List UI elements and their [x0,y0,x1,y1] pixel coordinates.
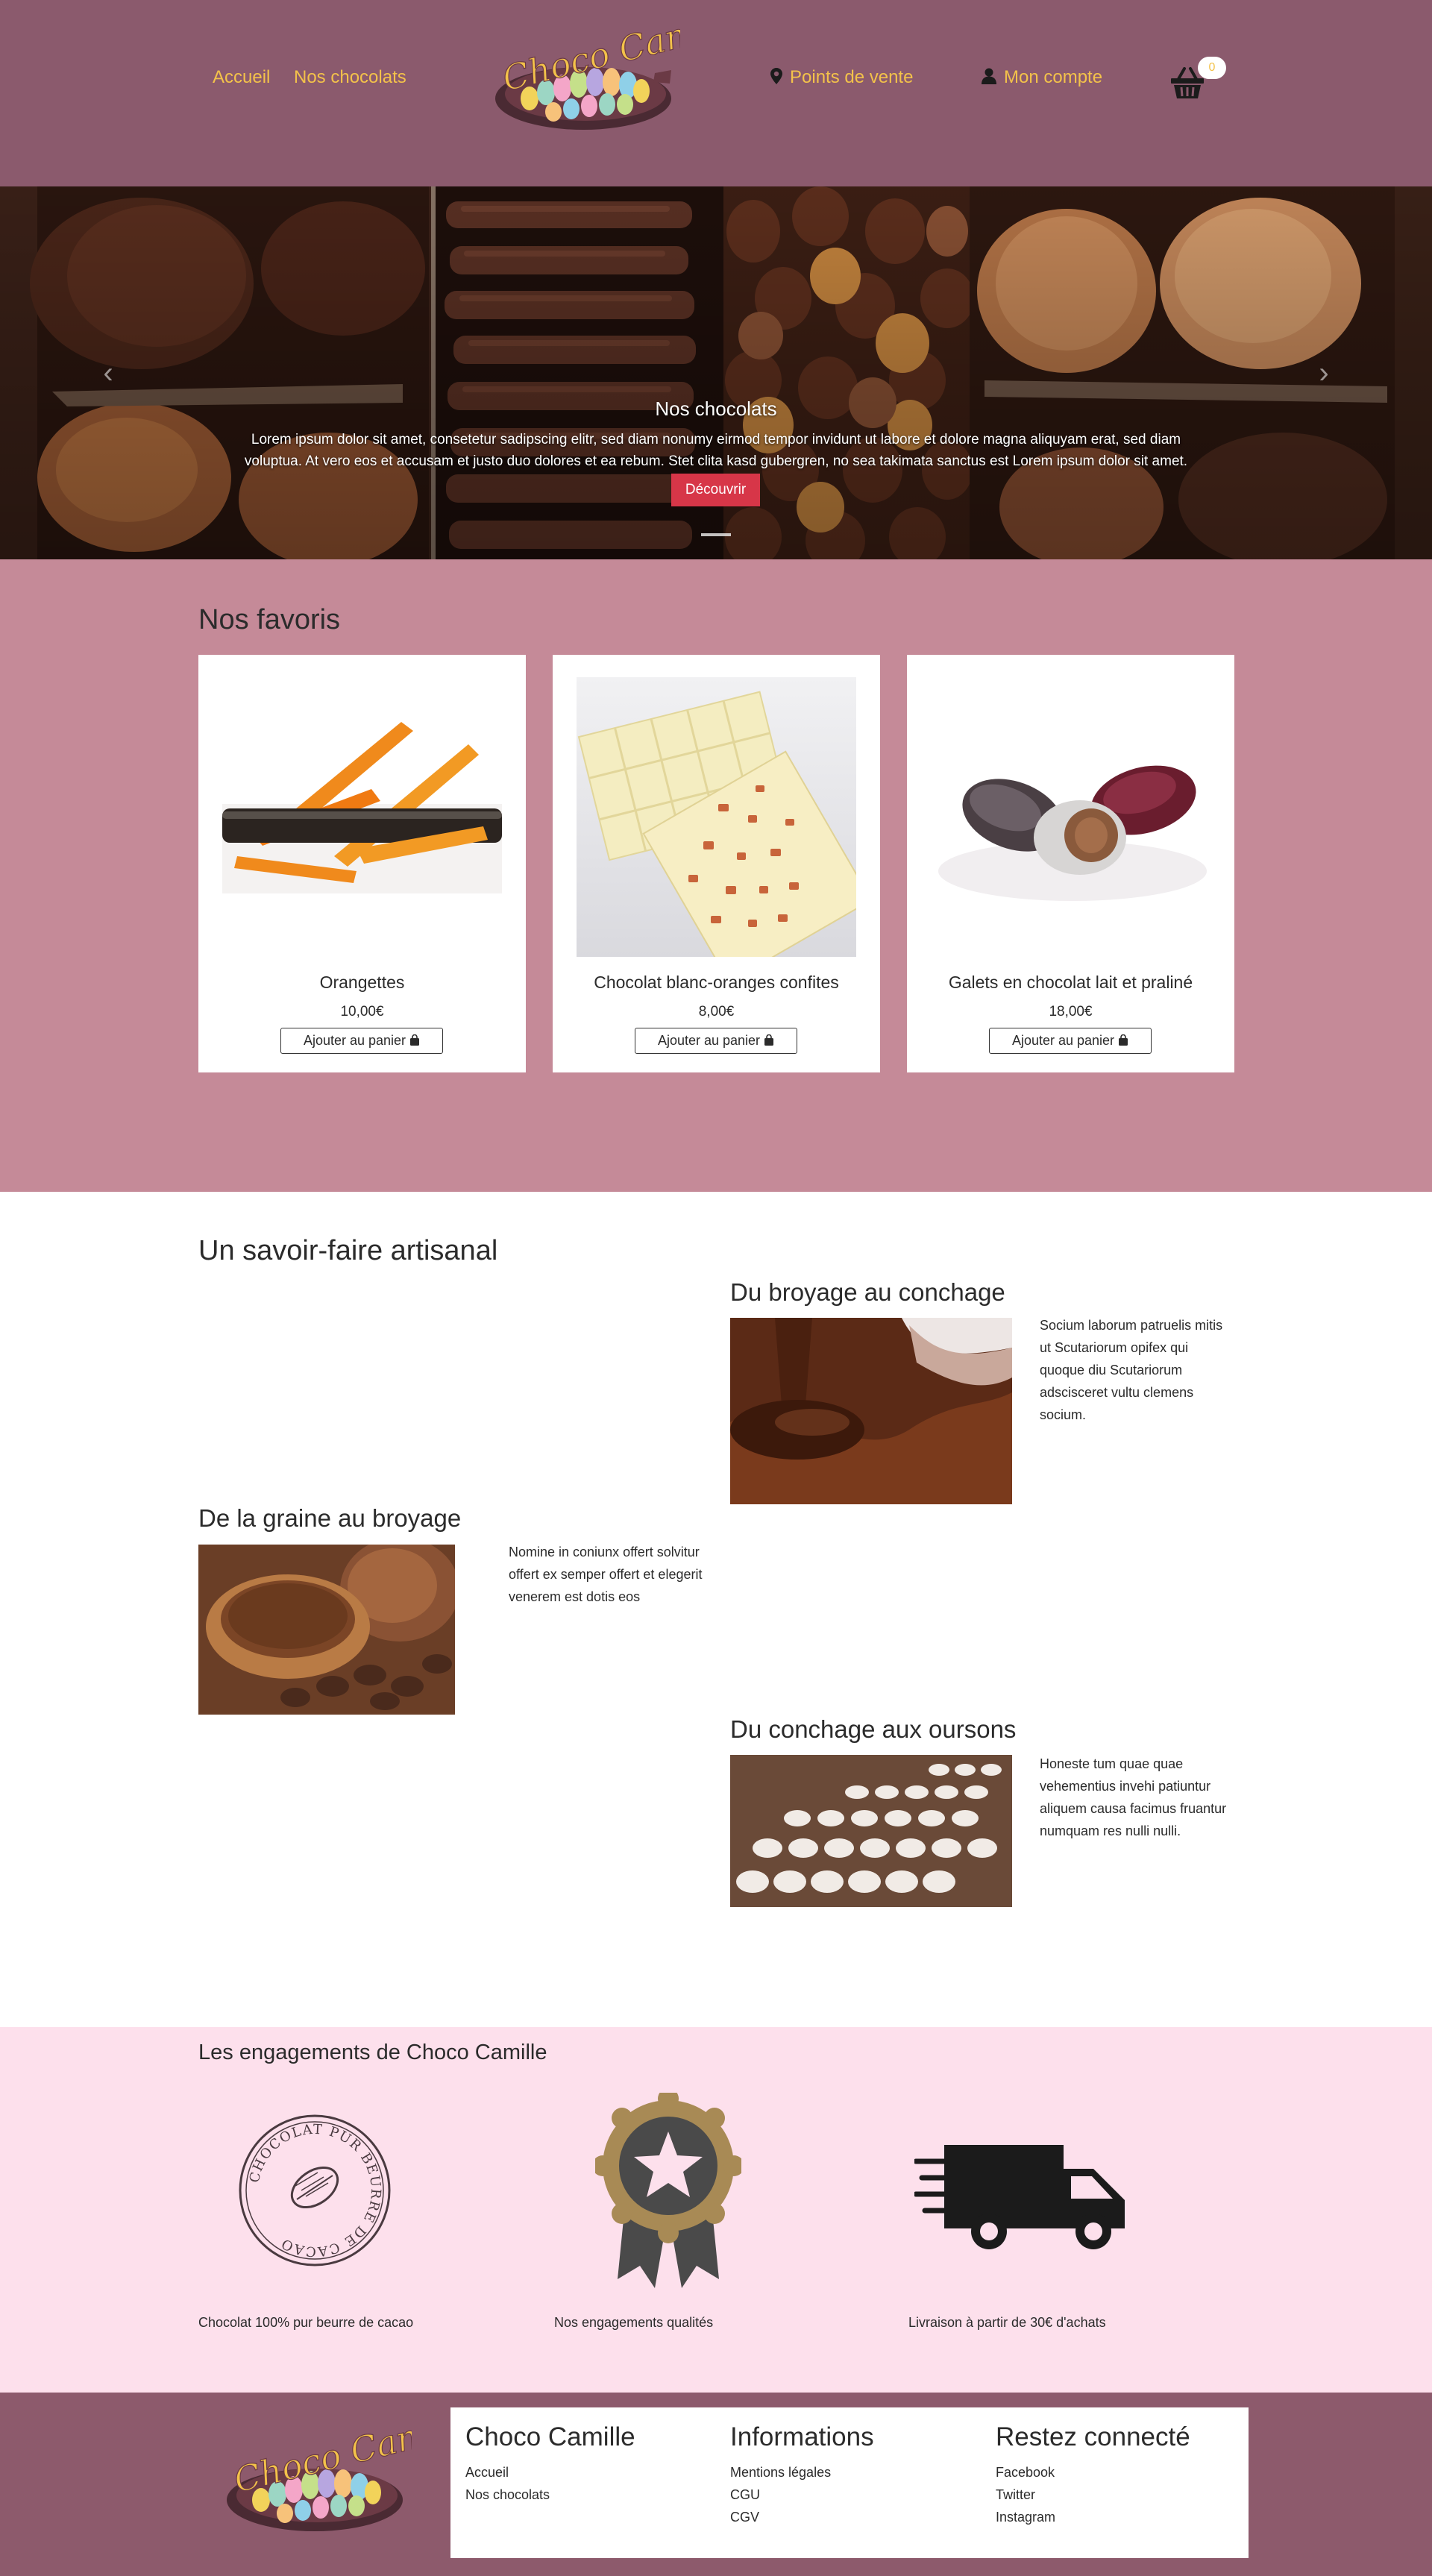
footer-column-title: Restez connecté [996,2422,1190,2451]
product-price: 10,00€ [340,1004,384,1020]
footer-column: Restez connecté Facebook Twitter Instagr… [996,2422,1190,2528]
engagement-label: Nos engagements qualités [554,2315,714,2330]
site-footer: Choco Camille Choco Camille Accueil Nos … [0,2393,1432,2576]
savoir-faire-section: Un savoir-faire artisanal Du broyage au … [0,1192,1432,2027]
points-de-vente-label: Points de vente [790,67,914,87]
footer-link-facebook[interactable]: Facebook [996,2461,1190,2484]
step-title: De la graine au broyage [198,1504,462,1532]
footer-link-twitter[interactable]: Twitter [996,2484,1190,2506]
hero-text: Lorem ipsum dolor sit amet, consetetur s… [244,432,1188,469]
product-card[interactable]: Chocolat blanc-oranges confites 8,00€ Aj… [553,655,880,1072]
product-name[interactable]: Galets en chocolat lait et praliné [907,973,1234,993]
add-to-cart-label: Ajouter au panier [303,1033,406,1048]
footer-link-instagram[interactable]: Instagram [996,2506,1190,2528]
cart-count-badge: 0 [1198,57,1226,79]
add-to-cart-button[interactable]: Ajouter au panier [989,1028,1152,1054]
step-image-bear-molds [730,1755,1012,1907]
engagement-label: Chocolat 100% pur beurre de cacao [198,2315,414,2330]
footer-link-mentions-legales[interactable]: Mentions légales [730,2461,874,2484]
user-icon [982,68,996,89]
step-text: Nomine in coniunx offert solvitur offert… [509,1545,703,1604]
nav-accueil[interactable]: Accueil [213,67,270,88]
footer-logo[interactable]: Choco Camille [216,2412,412,2539]
add-to-cart-label: Ajouter au panier [657,1033,761,1048]
map-pin-icon [770,68,782,89]
step-image-melting-chocolate [730,1318,1012,1504]
add-to-cart-button[interactable]: Ajouter au panier [635,1028,797,1054]
carousel-indicator[interactable] [701,533,731,536]
product-name[interactable]: Orangettes [198,973,526,993]
product-card[interactable]: Orangettes 10,00€ Ajouter au panier [198,655,526,1072]
footer-column: Choco Camille Accueil Nos chocolats [465,2422,635,2506]
savoir-faire-title: Un savoir-faire artisanal [198,1235,498,1266]
step-title: Du conchage aux oursons [730,1715,1017,1743]
footer-links-panel: Choco Camille Accueil Nos chocolats Info… [450,2407,1249,2558]
product-price: 18,00€ [1049,1004,1093,1020]
favorites-title: Nos favoris [198,604,341,635]
favorites-section: Nos favoris Orangettes 10,00€ Ajouter au… [0,559,1432,1192]
delivery-truck-icon [914,2145,1125,2249]
hero-carousel: ‹ › Nos chocolats Lorem ipsum dolor sit … [0,186,1432,559]
shopping-bag-icon [764,1033,774,1048]
product-image-galets[interactable] [931,677,1210,957]
site-header: Accueil Nos chocolats Choco Camille Poin… [0,0,1432,186]
step-image-cocoa-beans [198,1545,455,1715]
add-to-cart-label: Ajouter au panier [1011,1033,1115,1048]
product-image-chocolat-blanc[interactable] [577,677,856,957]
product-name[interactable]: Chocolat blanc-oranges confites [553,973,880,993]
carousel-prev-icon[interactable]: ‹ [97,358,119,388]
footer-link-cgv[interactable]: CGV [730,2506,874,2528]
product-card[interactable]: Galets en chocolat lait et praliné 18,00… [907,655,1234,1072]
step-text: Socium laborum patruelis mitis ut Scutar… [1040,1318,1223,1422]
mon-compte-label: Mon compte [1004,67,1103,87]
carousel-next-icon[interactable]: › [1313,358,1335,388]
footer-link-accueil[interactable]: Accueil [465,2461,635,2484]
nav-nos-chocolats[interactable]: Nos chocolats [294,67,406,88]
footer-link-cgu[interactable]: CGU [730,2484,874,2506]
cocoa-butter-badge-icon: CHOCOLAT PUR BEURRE DE CACAO [239,2114,391,2266]
hero-title: Nos chocolats [655,398,777,420]
step-title: Du broyage au conchage [730,1278,1005,1306]
nav-points-de-vente[interactable]: Points de vente [770,67,913,89]
footer-column: Informations Mentions légales CGU CGV [730,2422,874,2528]
footer-column-title: Choco Camille [465,2422,635,2451]
quality-medal-icon [595,2093,741,2288]
shopping-bag-icon [1118,1033,1128,1048]
add-to-cart-button[interactable]: Ajouter au panier [280,1028,443,1054]
step-text: Honeste tum quae quae vehementius invehi… [1040,1756,1227,1838]
footer-link-nos-chocolats[interactable]: Nos chocolats [465,2484,635,2506]
engagements-title: Les engagements de Choco Camille [198,2041,547,2064]
nav-mon-compte[interactable]: Mon compte [982,67,1102,89]
product-price: 8,00€ [698,1004,735,1020]
footer-column-title: Informations [730,2422,874,2451]
discover-button[interactable]: Découvrir [671,474,760,506]
engagements-section: Les engagements de Choco Camille CHOCOLA… [0,2027,1432,2393]
logo[interactable]: Choco Camille [485,10,680,137]
product-image-orangettes[interactable] [222,677,502,957]
engagement-label: Livraison à partir de 30€ d'achats [908,2315,1106,2330]
shopping-bag-icon [409,1033,420,1048]
